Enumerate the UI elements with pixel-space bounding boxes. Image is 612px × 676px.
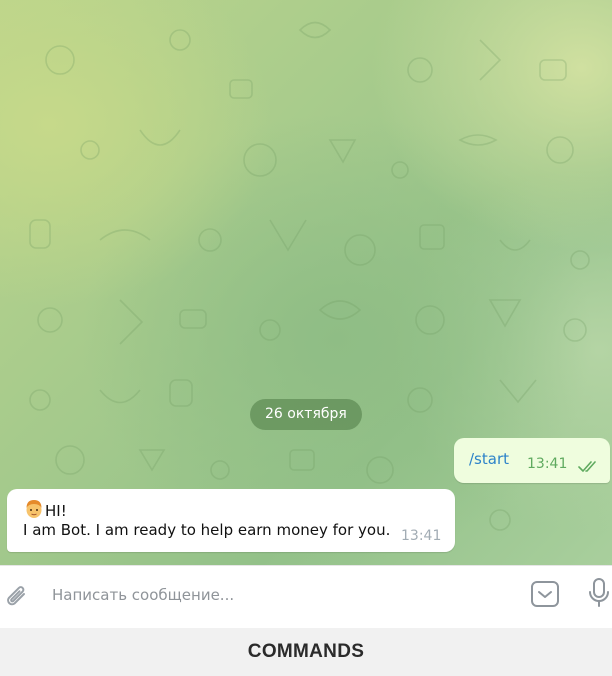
paperclip-icon[interactable] (4, 582, 30, 616)
message-time: 13:41 (527, 456, 568, 472)
chat-background: 26 октября /start 13:41 HI! I am Bot. I … (0, 0, 612, 565)
message-composer: Написать сообщение... (0, 565, 612, 629)
message-body-text: I am Bot. I am ready to help earn money … (23, 521, 391, 539)
message-first-line: HI! (24, 499, 67, 523)
greeting-text: HI! (45, 502, 67, 520)
message-input[interactable]: Написать сообщение... (52, 586, 234, 604)
microphone-icon[interactable] (588, 577, 610, 613)
man-emoji-icon (24, 499, 44, 523)
command-link[interactable]: /start (469, 450, 509, 468)
incoming-message[interactable]: HI! I am Bot. I am ready to help earn mo… (7, 489, 455, 552)
commands-button[interactable]: COMMANDS (0, 628, 612, 676)
outgoing-message[interactable]: /start 13:41 (454, 438, 610, 483)
message-time: 13:41 (401, 528, 442, 544)
keyboard-toggle-icon[interactable] (529, 579, 561, 613)
double-check-icon (578, 458, 600, 477)
date-separator: 26 октября (250, 399, 362, 430)
